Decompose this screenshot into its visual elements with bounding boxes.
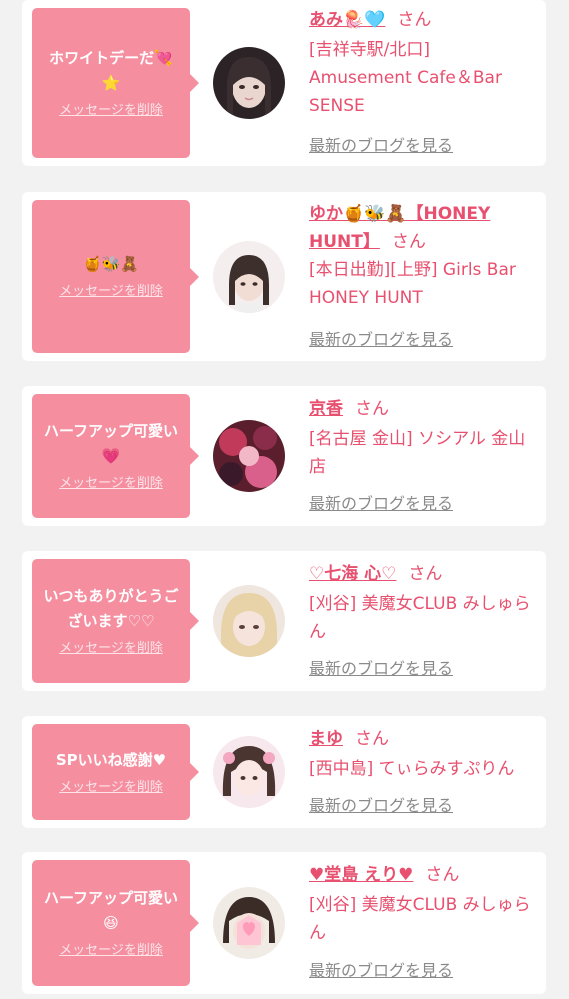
- message-text: ハーフアップ可愛い💗: [43, 422, 179, 465]
- shop-name: [吉祥寺駅/北口] Amusement Cafe＆Bar SENSE: [309, 40, 502, 116]
- avatar[interactable]: [213, 47, 285, 119]
- view-blog-link[interactable]: 最新のブログを見る: [309, 136, 453, 156]
- message-bubble: ハーフアップ可愛い😆 メッセージを削除: [32, 860, 199, 986]
- message-card: 🍯🐝🧸 メッセージを削除 ゆか🍯🐝🧸【HONEY HUNT】 さん [本日出勤][…: [22, 192, 546, 361]
- honorific: さん: [355, 399, 389, 419]
- shop-name: [本日出勤][上野] Girls Bar HONEY HUNT: [309, 260, 516, 308]
- message-card: SPいいね感謝♥ メッセージを削除 まゆ さん [西中島] てぃらみすぷりん 最新…: [22, 716, 546, 828]
- message-list: ホワイトデーだ💘⭐ メッセージを削除 あみ🪼🩵 さん [吉祥寺駅/北口] Amus…: [0, 0, 569, 999]
- avatar[interactable]: [213, 736, 285, 808]
- cast-name-link[interactable]: ♡七海 心♡: [309, 564, 396, 584]
- honorific: さん: [355, 729, 389, 749]
- delete-message-link[interactable]: メッセージを削除: [59, 102, 163, 120]
- view-blog-link[interactable]: 最新のブログを見る: [309, 961, 453, 981]
- message-bubble: いつもありがとうございます♡♡ メッセージを削除: [32, 559, 199, 683]
- delete-message-link[interactable]: メッセージを削除: [59, 779, 163, 797]
- delete-message-link[interactable]: メッセージを削除: [59, 640, 163, 658]
- avatar[interactable]: [213, 585, 285, 657]
- message-card: ハーフアップ可愛い😆 メッセージを削除 ♥堂島 えり♥ さん [刈谷] 美魔女CL…: [22, 852, 546, 994]
- message-card: ホワイトデーだ💘⭐ メッセージを削除 あみ🪼🩵 さん [吉祥寺駅/北口] Amus…: [22, 0, 546, 166]
- cast-name-link[interactable]: あみ🪼🩵: [309, 10, 385, 30]
- shop-name: [西中島] てぃらみすぷりん: [309, 759, 515, 779]
- message-text: いつもありがとうございます♡♡: [43, 587, 179, 630]
- view-blog-link[interactable]: 最新のブログを見る: [309, 659, 453, 679]
- delete-message-link[interactable]: メッセージを削除: [59, 283, 163, 301]
- message-bubble: 🍯🐝🧸 メッセージを削除: [32, 200, 199, 353]
- view-blog-link[interactable]: 最新のブログを見る: [309, 330, 453, 350]
- honorific: さん: [397, 10, 432, 30]
- delete-message-link[interactable]: メッセージを削除: [59, 942, 163, 960]
- shop-name: [名古屋 金山] ソシアル 金山店: [309, 429, 526, 477]
- cast-name-link[interactable]: ♥堂島 えり♥: [309, 865, 413, 885]
- delete-message-link[interactable]: メッセージを削除: [59, 475, 163, 493]
- avatar[interactable]: [213, 241, 285, 313]
- message-text: ハーフアップ可愛い😆: [43, 889, 179, 932]
- cast-name-link[interactable]: まゆ: [309, 729, 343, 749]
- view-blog-link[interactable]: 最新のブログを見る: [309, 796, 453, 816]
- message-bubble: SPいいね感謝♥ メッセージを削除: [32, 724, 199, 820]
- shop-name: [刈谷] 美魔女CLUB みしゅらん: [309, 594, 531, 642]
- message-text: 🍯🐝🧸: [82, 255, 140, 273]
- honorific: さん: [408, 564, 443, 584]
- avatar[interactable]: [213, 420, 285, 492]
- honorific: さん: [391, 232, 426, 252]
- message-bubble: ホワイトデーだ💘⭐ メッセージを削除: [32, 8, 199, 158]
- message-text: SPいいね感謝♥: [55, 750, 167, 769]
- message-bubble: ハーフアップ可愛い💗 メッセージを削除: [32, 394, 199, 518]
- message-text: ホワイトデーだ💘⭐: [49, 49, 173, 92]
- avatar[interactable]: [213, 887, 285, 959]
- cast-name-link[interactable]: 京香: [309, 399, 343, 419]
- message-card: いつもありがとうございます♡♡ メッセージを削除 ♡七海 心♡ さん [刈谷] 美…: [22, 551, 546, 691]
- message-card: ハーフアップ可愛い💗 メッセージを削除 京香 さん [名古屋 金山] ソシアル 金…: [22, 386, 546, 526]
- view-blog-link[interactable]: 最新のブログを見る: [309, 494, 453, 514]
- shop-name: [刈谷] 美魔女CLUB みしゅらん: [309, 895, 531, 943]
- honorific: さん: [425, 865, 460, 885]
